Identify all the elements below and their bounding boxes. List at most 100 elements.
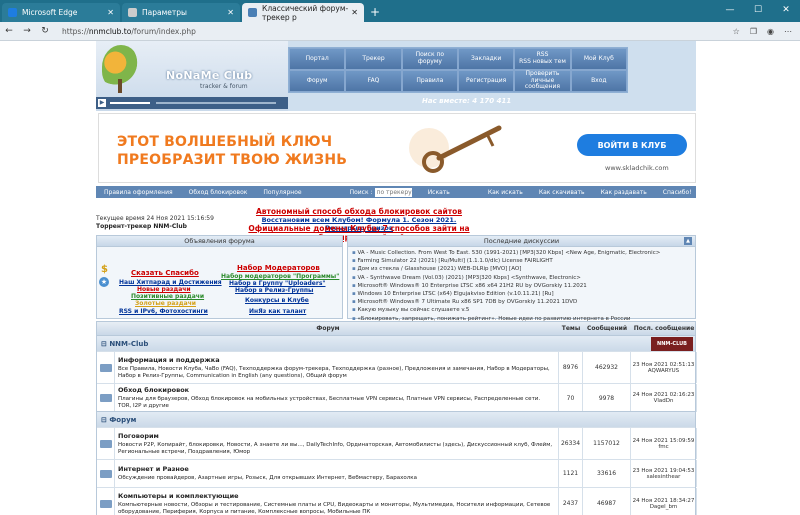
tab-nnm[interactable]: Классический форум-трекер р ✕ — [242, 3, 364, 22]
link-contests[interactable]: Конкурсы в Клубе — [245, 297, 309, 304]
collapse-icon[interactable]: ▲ — [684, 237, 692, 245]
link-inyaz[interactable]: ИнЯз как талант — [249, 308, 306, 315]
ad-banner[interactable]: ЭТОТ ВОЛШЕБНЫЙ КЛЮЧ ПРЕОБРАЗИТ ТВОЮ ЖИЗН… — [98, 113, 696, 183]
last-user[interactable]: salesinthear — [647, 474, 681, 480]
subforums[interactable]: Новости P2P, Копирайт, блокировки, Новос… — [118, 442, 555, 456]
menu-login[interactable]: Вход — [570, 70, 627, 92]
menu-my-club[interactable]: Мой Клуб — [570, 48, 627, 70]
col-forum: Форум — [316, 325, 340, 332]
search-button[interactable]: Искать — [428, 189, 450, 196]
link-bypass[interactable]: Обход блокировок — [189, 189, 248, 196]
discussion-item[interactable]: ▪ Microsoft® Windows® 10 Enterprise LTSC… — [352, 282, 691, 290]
link-how-download[interactable]: Как скачивать — [539, 189, 585, 196]
menu-faq[interactable]: FAQ — [345, 70, 402, 92]
link-rules-format[interactable]: Правила оформления — [104, 189, 173, 196]
menu-bookmarks[interactable]: Закладки — [457, 48, 515, 70]
maximize-icon[interactable]: ☐ — [744, 0, 772, 20]
player-progress[interactable] — [110, 102, 150, 104]
banner-line-1: ЭТОТ ВОЛШЕБНЫЙ КЛЮЧ — [117, 134, 333, 150]
new-tab-button[interactable]: + — [370, 5, 380, 19]
subforums[interactable]: Компьютерные новости, Обзоры и тестирова… — [118, 502, 555, 515]
play-icon[interactable]: ▶ — [98, 99, 106, 107]
more-icon[interactable]: ⋯ — [784, 27, 792, 36]
tracker-title[interactable]: Торрент-трекер NNM-Club — [96, 223, 187, 230]
forum-row[interactable]: Поговорим Новости P2P, Копирайт, блокиров… — [97, 427, 697, 459]
menu-forum[interactable]: Форум — [289, 70, 346, 92]
forum-title[interactable]: Интернет и Разное — [118, 465, 189, 473]
link-how-share[interactable]: Как раздавать — [601, 189, 647, 196]
subforums[interactable]: Плагины для браузеров, Обход блокировок … — [118, 396, 555, 410]
col-last: Посл. сообщение — [633, 325, 695, 332]
link-say-thanks[interactable]: Сказать Спасибо — [131, 269, 199, 277]
forum-title[interactable]: Компьютеры и комплектующие — [118, 492, 239, 500]
minimize-icon[interactable]: — — [716, 0, 744, 20]
posts-count: 462932 — [583, 352, 631, 383]
key-icon — [409, 125, 502, 173]
link-release-groups[interactable]: Набор в Релиз-Группы — [235, 287, 313, 294]
close-window-icon[interactable]: ✕ — [772, 0, 800, 20]
forum-row[interactable]: Компьютеры и комплектующие Компьютерные н… — [97, 487, 697, 515]
announcement-1[interactable]: Автономный способ обхода блокировок сайт… — [244, 207, 474, 216]
forum-row[interactable]: Обход блокировок Плагины для браузеров, О… — [97, 383, 697, 412]
profile-icon[interactable]: ◉ — [767, 27, 774, 36]
link-new-releases[interactable]: Новые раздачи — [137, 286, 191, 293]
player-volume[interactable] — [156, 102, 276, 104]
discussion-item[interactable]: ▪ Дом из стекла / Glasshouse (2021) WEB-… — [352, 265, 691, 273]
last-user[interactable]: Dagel_bm — [650, 504, 678, 510]
close-icon[interactable]: ✕ — [107, 8, 114, 17]
discussion-item[interactable]: ▪ Какую музыку вы сейчас слушаете v.5 — [352, 306, 691, 314]
forum-title[interactable]: Информация и поддержка — [118, 356, 220, 364]
link-thanks[interactable]: Спасибо! — [663, 189, 692, 196]
search-bar: Правила оформления Обход блокировок Попу… — [96, 186, 696, 198]
discussions-list: ▪ VA - Music Collection. From West To Ea… — [348, 247, 695, 325]
link-rss-ipv6[interactable]: RSS и IPv6, Фотохостинги — [119, 308, 208, 315]
menu-messages[interactable]: Проверить личные сообщения — [514, 70, 571, 92]
forum-title[interactable]: Обход блокировок — [118, 386, 189, 394]
collections-icon[interactable]: ❐ — [750, 27, 757, 36]
link-positive[interactable]: Позитивные раздачи — [131, 293, 204, 300]
subforums[interactable]: Все Правила, Новости Клуба, ЧаВо (FAQ), … — [118, 366, 555, 380]
category-forum[interactable]: ⊟ Форум — [97, 411, 695, 427]
discussion-item[interactable]: ▪ Farming Simulator 22 (2021) [Ru/Multi]… — [352, 257, 691, 265]
refresh-icon[interactable]: ↻ — [36, 26, 54, 36]
forum-title[interactable]: Поговорим — [118, 432, 159, 440]
discussion-item[interactable]: ▪ VA - Synthwave Dream (Vol.03) (2021) [… — [352, 274, 691, 282]
search-input[interactable]: по трекеру — [374, 187, 412, 197]
back-icon[interactable]: ← — [0, 26, 18, 36]
menu-portal[interactable]: Портал — [289, 48, 346, 70]
link-how-search[interactable]: Как искать — [488, 189, 523, 196]
link-uploaders[interactable]: Набор в Группу "Uploaders" — [229, 280, 326, 287]
enter-club-button[interactable]: ВОЙТИ В КЛУБ — [577, 134, 687, 156]
category-nnm-club[interactable]: ⊟ NNM-Club NNM-CLUB — [97, 335, 695, 351]
forward-icon[interactable]: → — [18, 26, 36, 36]
menu-rss[interactable]: RSS RSS новых тем — [514, 48, 571, 70]
last-user[interactable]: fmc — [658, 444, 668, 450]
discussion-item[interactable]: ▪ Microsoft® Windows® 7 Ultimate Ru x86 … — [352, 298, 691, 306]
link-gold[interactable]: Золотые раздачи — [135, 300, 196, 307]
last-user[interactable]: VladDn — [654, 398, 674, 404]
discussion-item[interactable]: ▪ Windows 10 Enterprise LTSC (x64) Elguj… — [352, 290, 691, 298]
forum-row[interactable]: Интернет и Разное Обсуждение провайдеров,… — [97, 459, 697, 487]
link-popular[interactable]: Популярное — [263, 189, 301, 196]
link-moderators[interactable]: Набор Модераторов — [237, 264, 320, 272]
category-name: Форум — [109, 415, 137, 424]
menu-rules[interactable]: Правила — [401, 70, 458, 92]
last-user[interactable]: AQWARYUS — [648, 368, 679, 374]
url-prefix: https:// — [62, 26, 89, 36]
header-menu: Портал Трекер Поиск по форуму Закладки R… — [288, 47, 628, 93]
tab-settings[interactable]: Параметры ✕ — [122, 3, 240, 22]
close-icon[interactable]: ✕ — [351, 8, 358, 17]
audio-player[interactable]: ▶ — [96, 97, 288, 109]
close-icon[interactable]: ✕ — [227, 8, 234, 17]
menu-search-forum[interactable]: Поиск по форуму — [401, 48, 458, 70]
link-hitparade[interactable]: Наш Хитпарад и Достижения — [119, 279, 222, 286]
discussion-item[interactable]: ▪ VA - Music Collection. From West To Ea… — [352, 249, 691, 257]
favorites-star-icon[interactable]: ☆ — [733, 27, 740, 36]
subforums[interactable]: Обсуждение провайдеров, Азартные игры, Р… — [118, 475, 417, 482]
link-mod-programs[interactable]: Набор модераторов "Программы" — [221, 273, 339, 280]
forum-row[interactable]: Информация и поддержка Все Правила, Новос… — [97, 351, 697, 383]
tab-edge[interactable]: Microsoft Edge ✕ — [2, 3, 120, 22]
menu-register[interactable]: Регистрация — [457, 70, 515, 92]
menu-tracker[interactable]: Трекер — [345, 48, 402, 70]
url-field[interactable]: https://nnmclub.to/forum/index.php — [62, 27, 196, 36]
